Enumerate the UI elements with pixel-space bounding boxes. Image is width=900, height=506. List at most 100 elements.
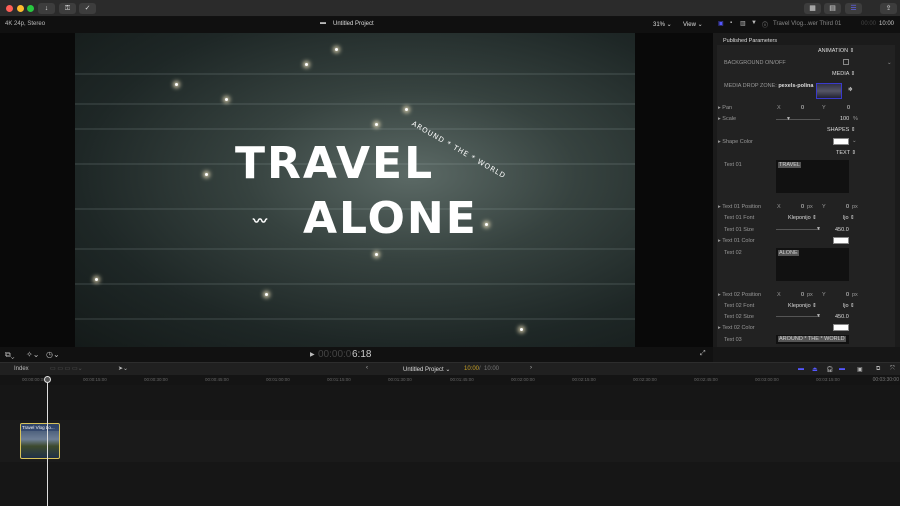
pan-y-value[interactable]: 0 (847, 105, 850, 111)
timeline-index-icon[interactable]: ⧉ (876, 366, 880, 373)
ruler-tick: 00:00:15:00 (83, 377, 107, 382)
clip-appearance-icon[interactable]: ▣ (857, 366, 863, 373)
index-button[interactable]: Index (14, 366, 29, 372)
background-checkbox[interactable] (843, 59, 849, 65)
text01-font-select[interactable]: Kleponijo ⇕ (788, 215, 817, 221)
text02-label: Text 02 (724, 250, 742, 256)
playhead[interactable] (47, 376, 48, 506)
slider-thumb[interactable]: ▼ (816, 313, 821, 319)
timeline-ruler[interactable]: 00:00:00:00 00:00:15:00 00:00:30:00 00:0… (0, 375, 900, 385)
title-text-2: ALONE (303, 193, 478, 244)
text01-style-select[interactable]: ljo ⇕ (843, 215, 855, 221)
text01-x-value[interactable]: 0 (801, 204, 804, 210)
chevron-down-icon[interactable]: ⌄ (887, 60, 892, 66)
back-arrow-icon[interactable]: ‹ (366, 365, 368, 371)
chevron-down-icon[interactable]: ⌄ (852, 138, 857, 144)
edit-buttons[interactable]: ▭ ▭ ▭ ▭⌄ (50, 365, 83, 372)
transform-tool-icon[interactable]: ⧉⌄ (5, 350, 15, 360)
enhance-tool-icon[interactable]: ✧⌄ (26, 350, 39, 359)
ruler-tick: 00:03:00:00 (755, 377, 779, 382)
timeline-area[interactable]: Travel Vlog Lo... (0, 385, 900, 506)
shapes-label: SHAPES (827, 127, 850, 133)
keywords-button[interactable]: ⚿ (59, 3, 76, 14)
video-only-icon[interactable]: ▬ (798, 366, 804, 372)
close-window-button[interactable] (6, 5, 13, 12)
timeline-layout-button[interactable]: ▤ (824, 3, 841, 14)
ruler-tick: 00:03:15:00 (816, 377, 840, 382)
media-section[interactable]: MEDIA ⇕ (832, 71, 855, 77)
media-drop-thumbnail[interactable] (816, 83, 842, 99)
inspector-layout-button[interactable]: ☰ (845, 3, 862, 14)
text01-y-value[interactable]: 0 (846, 204, 849, 210)
scale-value[interactable]: 100 (840, 116, 849, 122)
slider-thumb[interactable]: ▼ (816, 226, 821, 232)
text01-size-slider[interactable] (776, 229, 820, 230)
view-dropdown[interactable]: View ⌄ (683, 21, 703, 28)
filter-inspector-tab[interactable]: ▼ (751, 20, 757, 26)
forward-arrow-icon[interactable]: › (530, 365, 532, 371)
duration-dim: 00:00 (861, 21, 877, 27)
published-parameters-heading: Published Parameters (723, 38, 778, 44)
text01-color-swatch[interactable] (833, 237, 849, 244)
text02-position-row[interactable]: ▸ Text 02 Position (718, 292, 761, 298)
zoom-window-button[interactable] (27, 5, 34, 12)
scale-slider[interactable] (776, 119, 820, 120)
animation-section[interactable]: ANIMATION ⇕ (818, 48, 854, 54)
ruler-tick: 00:02:30:00 (633, 377, 657, 382)
ruler-tick: 00:01:00:00 (266, 377, 290, 382)
share-button[interactable]: ⇪ (880, 3, 897, 14)
import-button[interactable]: ↓ (38, 3, 55, 14)
zoom-dropdown[interactable]: 31% ⌄ (653, 21, 672, 28)
play-button[interactable]: ▶ (310, 351, 315, 358)
text01-color-label: Text 01 Color (722, 238, 755, 244)
background-tasks-button[interactable]: ✓ (79, 3, 96, 14)
text-section[interactable]: TEXT ⇕ (836, 150, 856, 156)
shape-color-row[interactable]: ▸ Shape Color (718, 139, 753, 145)
text02-color-row[interactable]: ▸ Text 02 Color (718, 325, 755, 331)
headphones-icon[interactable]: 🎧︎ (826, 366, 834, 373)
video-frame[interactable]: TRAVEL ALONE 〰 AROUND * THE * WORLD (75, 33, 635, 347)
text02-font-label: Text 02 Font (724, 303, 755, 309)
project-dropdown[interactable]: Untitled Project ⌄ (403, 366, 450, 373)
text02-size-slider[interactable] (776, 316, 820, 317)
playhead-handle[interactable] (44, 376, 51, 383)
video-inspector-tab[interactable]: ▣ (718, 20, 724, 27)
fullscreen-icon[interactable]: ⤢ (700, 350, 706, 358)
animation-label: ANIMATION (818, 48, 849, 54)
text02-field[interactable]: ALONE (776, 248, 849, 281)
wave-shape-icon: 〰 (253, 214, 269, 230)
shape-color-swatch[interactable] (833, 138, 849, 145)
text02-size-value[interactable]: 450.0 (835, 314, 849, 320)
ruler-tick: 00:02:15:00 (572, 377, 596, 382)
timeline-project-name: Untitled Project (403, 367, 444, 373)
text03-field[interactable]: AROUND * THE * WORLD (776, 335, 849, 344)
gear-icon[interactable]: ✻ (848, 87, 853, 93)
text02-y-value[interactable]: 0 (846, 292, 849, 298)
text-section-label: TEXT (836, 150, 850, 156)
snapping-icon[interactable]: ▬ (839, 366, 845, 372)
text02-x-value[interactable]: 0 (801, 292, 804, 298)
speed-tool-icon[interactable]: ◷⌄ (46, 350, 60, 359)
film-inspector-tab[interactable]: ▥ (740, 20, 746, 27)
text01-size-value[interactable]: 450.0 (835, 227, 849, 233)
library-layout-button[interactable]: ▦ (804, 3, 821, 14)
expand-icon[interactable]: ⤧ (890, 366, 895, 373)
info-icon[interactable]: ⓘ (762, 20, 768, 29)
text01-color-row[interactable]: ▸ Text 01 Color (718, 238, 755, 244)
shapes-section[interactable]: SHAPES ⇕ (827, 127, 855, 133)
text-inspector-tab[interactable]: ▪ (730, 20, 732, 26)
select-tool-icon[interactable]: ➤⌄ (118, 365, 128, 372)
text01-field[interactable]: TRAVEL (776, 160, 849, 193)
pan-row[interactable]: ▸ Pan (718, 105, 732, 111)
text02-color-swatch[interactable] (833, 324, 849, 331)
minimize-window-button[interactable] (17, 5, 24, 12)
text02-font-select[interactable]: Kleponijo ⇕ (788, 303, 817, 309)
text02-style-select[interactable]: ljo ⇕ (843, 303, 855, 309)
timeline-clip[interactable]: Travel Vlog Lo... (20, 423, 60, 459)
text01-position-row[interactable]: ▸ Text 01 Position (718, 204, 761, 210)
scale-row[interactable]: ▸ Scale (718, 116, 736, 122)
audio-icon[interactable]: ⏏ (812, 366, 818, 373)
scale-slider-thumb[interactable]: ▼ (786, 116, 791, 122)
pan-x-value[interactable]: 0 (801, 105, 804, 111)
clip-name: Travel Vlog...wer Third 01 (773, 21, 842, 27)
